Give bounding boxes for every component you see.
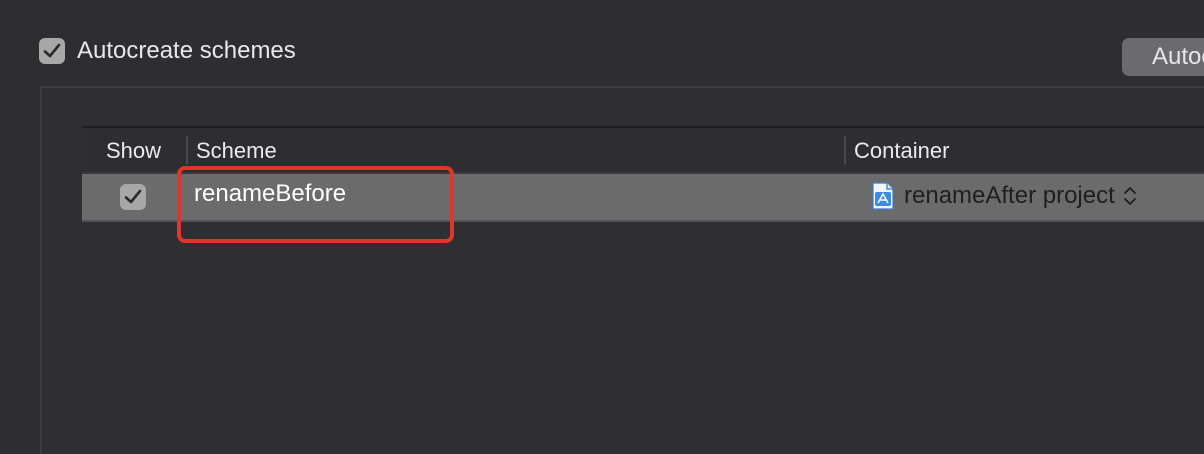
column-separator xyxy=(844,136,846,164)
column-header-show[interactable]: Show xyxy=(106,128,161,174)
autocreate-schemes-now-button[interactable]: Autoc xyxy=(1122,38,1204,76)
checkmark-icon xyxy=(124,189,142,204)
scheme-manager-window: Autocreate schemes Autoc Show Scheme Con… xyxy=(0,0,1204,454)
column-separator xyxy=(186,136,188,164)
annotation-highlight-box xyxy=(177,166,454,243)
checkbox[interactable] xyxy=(39,38,65,64)
column-header-container[interactable]: Container xyxy=(854,128,949,174)
chevron-updown-icon xyxy=(1123,187,1136,205)
container-popup[interactable]: renameAfter project xyxy=(872,174,1137,218)
container-name: renameAfter project xyxy=(904,182,1115,209)
autocreate-schemes-checkbox[interactable]: Autocreate schemes xyxy=(39,37,296,65)
autocreate-schemes-label: Autocreate schemes xyxy=(77,37,296,64)
show-checkbox[interactable] xyxy=(120,184,146,210)
checkmark-icon xyxy=(43,43,61,58)
xcode-project-icon xyxy=(872,182,894,210)
